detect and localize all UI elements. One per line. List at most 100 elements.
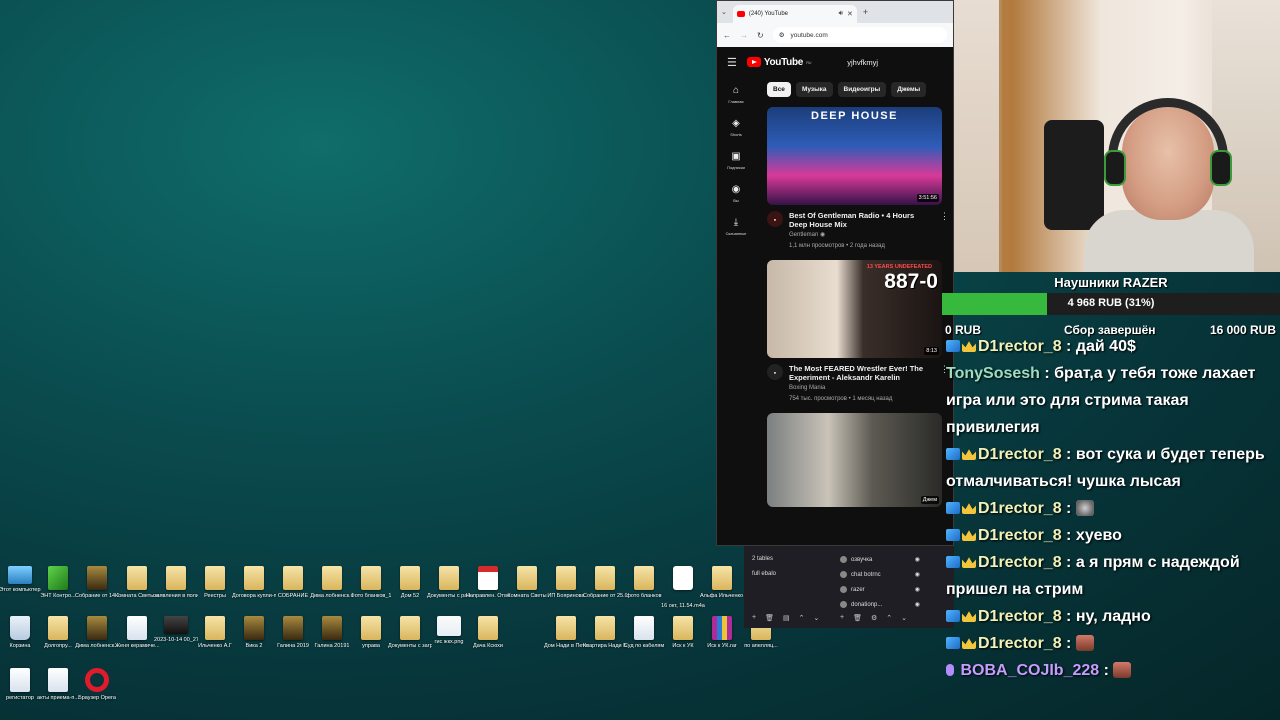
eye-icon[interactable]: ◉ (915, 601, 920, 608)
chat-username[interactable]: D1rector_8 (978, 338, 1062, 355)
desktop-icon[interactable]: акты приема-п... (37, 668, 79, 702)
desktop-icon[interactable]: регистатор (0, 668, 40, 702)
obs-scene-item[interactable]: full ebalo (748, 567, 832, 582)
desktop-icon[interactable]: Собрание от 14.02 (75, 566, 119, 600)
desktop-icon[interactable]: Галина 20191 (312, 616, 352, 650)
sidebar-item[interactable]: ⤓ Скачанные (726, 217, 747, 236)
desktop-icon[interactable]: ИП Бояринова (546, 566, 586, 600)
youtube-logo[interactable]: YouTube RU (746, 57, 812, 68)
desktop-icon[interactable]: 2023-10-14 00_27_16-... (154, 616, 198, 644)
chat-username[interactable]: BOBA_COJIb_228 (960, 662, 1099, 679)
chat-username[interactable]: D1rector_8 (978, 554, 1062, 571)
channel-name[interactable]: Gentleman (789, 232, 818, 238)
close-tab-icon[interactable]: ✕ (847, 10, 853, 18)
add-icon[interactable]: + (752, 614, 756, 622)
tab-youtube[interactable]: (240) YouTube 🔊︎ ✕ (732, 5, 857, 23)
desktop-icon[interactable]: Долгопру... (38, 616, 78, 650)
filter-chip[interactable]: Джемы (891, 81, 927, 97)
desktop-icon[interactable]: заявления в полицию (154, 566, 198, 600)
desktop-icon[interactable]: Галина 2019 (273, 616, 313, 650)
address-bar[interactable]: ⚙ youtube.com (772, 27, 947, 43)
eye-icon[interactable]: ◉ (915, 556, 920, 563)
desktop-icon[interactable]: Ильченко А.Г (195, 616, 235, 650)
chat-username[interactable]: D1rector_8 (978, 527, 1062, 544)
sidebar-item[interactable]: ⌂ Главная (728, 85, 743, 104)
desktop-icon[interactable]: гис жкх.png (429, 616, 469, 646)
more-options-icon[interactable]: ⋮ (940, 211, 949, 250)
add-icon[interactable]: + (840, 614, 844, 622)
channel-avatar[interactable]: ● (767, 364, 783, 380)
desktop-icon[interactable]: Дима лобненск... (75, 616, 119, 650)
video-thumbnail[interactable]: DEEP HOUSE 3:51:56 (767, 107, 942, 205)
site-info-icon[interactable]: ⚙ (779, 31, 785, 39)
eye-icon[interactable]: ◉ (915, 571, 920, 578)
video-card[interactable]: Джем (767, 413, 949, 507)
filter-chip[interactable]: Все (767, 81, 791, 97)
desktop-icon[interactable]: Документы с загрузок (388, 616, 432, 650)
desktop-icon[interactable]: Дима лобненск... (310, 566, 354, 600)
back-icon[interactable]: ← (723, 31, 731, 40)
desktop-icon[interactable]: Дом 52 (390, 566, 430, 600)
up-icon[interactable]: ⌃ (799, 614, 805, 622)
desktop-icon[interactable]: Направлен. Ответ Ил... (466, 566, 510, 600)
filter-chip[interactable]: Видеоигры (837, 81, 887, 97)
sidebar-item[interactable]: ◈ Shorts (730, 118, 742, 137)
desktop-icon[interactable]: Альфа Ильченко В (700, 566, 744, 600)
video-card[interactable]: 13 YEARS UNDEFEATED 887-0 8:13 ● The Mos… (767, 260, 949, 403)
chat-username[interactable]: D1rector_8 (978, 635, 1062, 652)
desktop-icon[interactable]: фото бланков (624, 566, 664, 600)
desktop-icon[interactable]: Этот компьютер (0, 566, 41, 594)
video-thumbnail[interactable]: Джем (767, 413, 942, 507)
trash-icon[interactable]: 🗑︎ (765, 614, 774, 622)
video-thumbnail[interactable]: 13 YEARS UNDEFEATED 887-0 8:13 (767, 260, 942, 358)
chat-username[interactable]: D1rector_8 (978, 608, 1062, 625)
new-tab-icon[interactable]: + (863, 7, 868, 17)
desktop-icon[interactable]: Вика 2 (234, 616, 274, 650)
gear-icon[interactable]: ⚙ (871, 614, 877, 622)
desktop-icon[interactable]: Женя керамиче... (115, 616, 159, 650)
sidebar-item[interactable]: ◉ Вы (732, 184, 741, 203)
desktop-icon[interactable]: ЭНТ Контро... (38, 566, 78, 600)
forward-icon[interactable]: → (740, 31, 748, 40)
obs-source-item[interactable]: chat botrnc ◉ (840, 567, 920, 582)
filter-icon[interactable]: ▤ (783, 614, 790, 622)
menu-icon[interactable]: ☰ (727, 56, 737, 69)
obs-source-item[interactable]: razer ◉ (840, 582, 920, 597)
down-icon[interactable]: ⌄ (901, 614, 907, 622)
filter-chip[interactable]: Музыка (795, 81, 833, 97)
desktop-icon[interactable]: СОБРАНИЕ (273, 566, 313, 600)
desktop-icon[interactable]: Реестры (195, 566, 235, 600)
sidebar-item[interactable]: ▣ Подписки (727, 151, 745, 170)
desktop-icon[interactable]: Фото бланков_1 (351, 566, 391, 600)
chat-username[interactable]: D1rector_8 (978, 446, 1062, 463)
channel-name[interactable]: Boxing Mania (789, 384, 934, 393)
tab-search-icon[interactable]: ⌄ (721, 8, 727, 16)
desktop-icon[interactable]: Дача Ксюхи (468, 616, 508, 650)
chat-username[interactable]: D1rector_8 (978, 500, 1062, 517)
desktop-icon[interactable]: Корзина (0, 616, 40, 650)
trash-icon[interactable]: 🗑︎ (853, 614, 862, 622)
desktop-icon[interactable]: Суд по кабелям (624, 616, 664, 650)
desktop-icon[interactable]: Комната Светы (507, 566, 547, 600)
speaker-icon[interactable]: 🔊︎ (839, 10, 843, 18)
video-title[interactable]: Best Of Gentleman Radio • 4 Hours Deep H… (789, 211, 934, 229)
down-icon[interactable]: ⌄ (813, 614, 819, 622)
desktop-icon[interactable]: Документы с рабочег... (427, 566, 471, 600)
chat-username[interactable]: TonySosesh (946, 365, 1040, 382)
video-title[interactable]: The Most FEARED Wrestler Ever! The Exper… (789, 364, 934, 382)
up-icon[interactable]: ⌃ (886, 614, 892, 622)
desktop-icon[interactable]: Браузер Opera (77, 668, 117, 702)
desktop-icon[interactable]: Иск к УК.rar (702, 616, 742, 650)
channel-avatar[interactable]: ● (767, 211, 783, 227)
obs-scene-item[interactable]: 2 tables (748, 552, 832, 567)
obs-source-item[interactable]: donationp... ◉ (840, 597, 920, 612)
desktop-icon[interactable]: Дом Нади в Петелино (544, 616, 588, 650)
search-query[interactable]: yjhvfkmyj (847, 58, 878, 67)
desktop-icon[interactable]: управа (351, 616, 391, 650)
desktop-icon[interactable]: Собрание от 25.03.2024 (583, 566, 627, 600)
obs-source-item[interactable]: озвучка ◉ (840, 552, 920, 567)
desktop-icon[interactable]: Договора купли-про... (232, 566, 276, 600)
video-card[interactable]: DEEP HOUSE 3:51:56 ● Best Of Gentleman R… (767, 107, 949, 250)
desktop-icon[interactable]: Квартира Нади Бел... (583, 616, 627, 650)
desktop-icon[interactable]: Иск к УК (663, 616, 703, 650)
